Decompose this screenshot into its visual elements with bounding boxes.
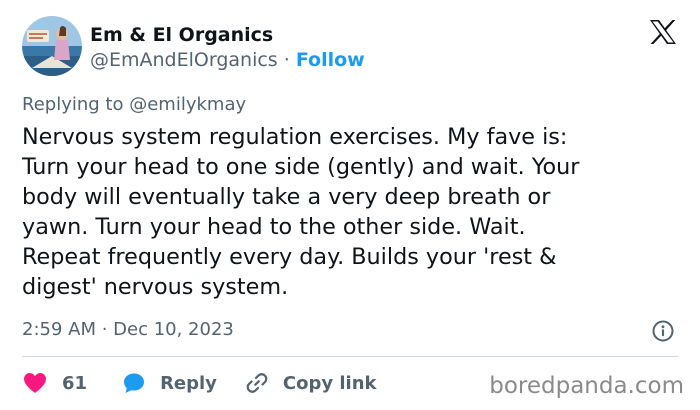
watermark: boredpanda.com — [489, 373, 684, 399]
handle-separator: · — [283, 49, 290, 71]
heart-icon — [24, 373, 46, 393]
reply-bubble-icon — [124, 373, 145, 393]
link-icon — [246, 373, 268, 393]
author-display-name[interactable]: Em & El Organics — [90, 23, 273, 47]
replying-to-line: Replying to @emilykmay — [22, 93, 246, 117]
copy-link-label: Copy link — [282, 372, 377, 394]
reply-button[interactable]: Reply — [122, 371, 217, 395]
action-bar: 61 Reply Copy link — [22, 369, 377, 397]
info-icon[interactable] — [652, 320, 674, 342]
action-divider — [22, 356, 678, 357]
author-handle-row: @EmAndElOrganics · Follow — [90, 48, 365, 72]
tweet-text: Nervous system regulation exercises. My … — [22, 124, 580, 300]
author-avatar[interactable] — [22, 16, 82, 76]
follow-button[interactable]: Follow — [296, 49, 365, 71]
reply-label: Reply — [160, 372, 217, 394]
like-count: 61 — [62, 372, 88, 394]
like-button[interactable]: 61 — [22, 371, 87, 395]
avatar-image — [22, 16, 82, 76]
copy-link-button[interactable]: Copy link — [245, 371, 377, 395]
tweet-timestamp[interactable]: 2:59 AM · Dec 10, 2023 — [22, 318, 234, 342]
author-handle[interactable]: @EmAndElOrganics — [90, 49, 278, 71]
x-logo-icon[interactable] — [649, 19, 677, 45]
reply-mention-link[interactable]: @emilykmay — [129, 94, 246, 115]
replying-prefix: Replying to — [22, 94, 124, 115]
